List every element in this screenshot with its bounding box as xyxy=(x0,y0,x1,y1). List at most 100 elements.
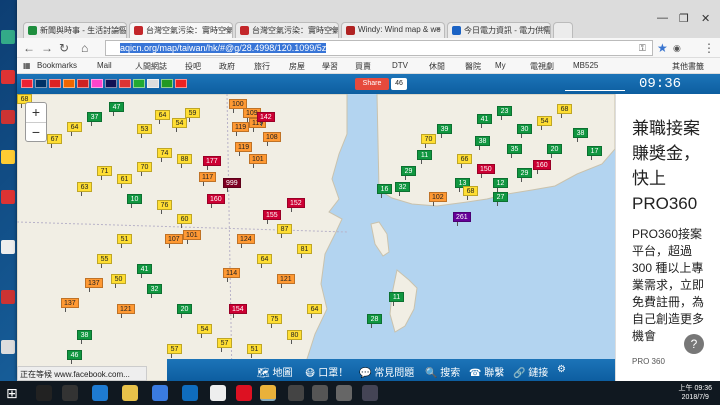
city-search-input[interactable] xyxy=(565,77,625,91)
aqi-marker[interactable]: 11 xyxy=(417,150,432,164)
aqi-marker[interactable]: 68 xyxy=(557,104,572,118)
bookmark-item[interactable]: 旅行 xyxy=(254,61,270,72)
aqi-marker[interactable]: 71 xyxy=(97,166,112,180)
aqi-marker[interactable]: 101 xyxy=(249,154,267,168)
reload-icon[interactable]: ↻ xyxy=(59,41,69,55)
aqi-marker[interactable]: 38 xyxy=(573,128,588,142)
aqi-marker[interactable]: 150 xyxy=(477,164,495,178)
aqi-map[interactable]: 100 109 119 142 119 108 59 54 64 53 47 37 64 67 177 999… xyxy=(17,94,615,381)
bookmark-item[interactable]: My xyxy=(495,61,506,70)
new-tab-button[interactable] xyxy=(553,22,573,39)
aqi-marker[interactable]: 20 xyxy=(547,144,562,158)
aqi-marker[interactable]: 121 xyxy=(277,274,295,288)
aqi-marker[interactable]: 47 xyxy=(109,102,124,116)
language-flag-icon[interactable] xyxy=(119,79,131,88)
aqi-marker[interactable]: 999 xyxy=(223,178,241,192)
aqi-marker[interactable]: 70 xyxy=(137,162,152,176)
aqi-marker[interactable]: 155 xyxy=(263,210,281,224)
aqi-marker[interactable]: 117 xyxy=(199,172,217,186)
maximize-icon[interactable]: ❐ xyxy=(679,12,689,25)
aqi-marker[interactable]: 46 xyxy=(67,350,82,364)
desktop-icon[interactable] xyxy=(0,340,16,368)
minimize-icon[interactable]: — xyxy=(657,12,668,24)
desktop-icon[interactable] xyxy=(0,110,16,138)
share-button[interactable]: Share xyxy=(355,78,389,90)
bookmark-item[interactable]: Mail xyxy=(97,61,112,70)
close-icon[interactable]: × xyxy=(118,24,123,34)
bookmark-item[interactable]: 投吧 xyxy=(185,61,201,72)
language-flag-icon[interactable] xyxy=(105,79,117,88)
desktop-icon[interactable] xyxy=(0,290,16,318)
aqi-marker[interactable]: 80 xyxy=(287,330,302,344)
language-flag-icon[interactable] xyxy=(35,79,47,88)
language-flag-icon[interactable] xyxy=(77,79,89,88)
aqi-marker[interactable]: 119 xyxy=(235,142,253,156)
bookmark-item[interactable]: 房屋 xyxy=(289,61,305,72)
aqi-marker[interactable]: 261 xyxy=(453,212,471,226)
aqi-marker[interactable]: 66 xyxy=(457,154,472,168)
bookmark-item[interactable]: DTV xyxy=(392,61,408,70)
menu-icon[interactable]: ⋮ xyxy=(703,41,715,55)
language-flag-icon[interactable] xyxy=(133,79,145,88)
aqi-marker[interactable]: 137 xyxy=(61,298,79,312)
aqi-marker[interactable]: 55 xyxy=(97,254,112,268)
apps-icon[interactable]: ▦ xyxy=(23,61,31,70)
aqi-marker[interactable]: 54 xyxy=(197,324,212,338)
help-icon[interactable]: ? xyxy=(684,334,704,354)
tab-3[interactable]: Windy: Wind map & we × xyxy=(341,22,445,39)
aqi-marker[interactable]: 51 xyxy=(117,234,132,248)
aqi-marker[interactable]: 61 xyxy=(117,174,132,188)
aqi-marker[interactable]: 160 xyxy=(207,194,225,208)
desktop-icon[interactable] xyxy=(0,70,16,98)
app-icon[interactable] xyxy=(288,385,304,401)
taskbar-clock[interactable]: 上午 09:36 2018/7/9 xyxy=(679,384,712,402)
tab-4[interactable]: 今日電力資訊 - 電力供需 × xyxy=(447,22,551,39)
back-icon[interactable]: ← xyxy=(23,41,35,55)
aqi-marker[interactable]: 17 xyxy=(587,146,602,160)
aqi-marker[interactable]: 102 xyxy=(429,192,447,206)
bookmark-item[interactable]: 電視劇 xyxy=(530,61,554,72)
aqi-marker[interactable]: 142 xyxy=(257,112,275,126)
aqi-marker[interactable]: 41 xyxy=(137,264,152,278)
aqi-marker[interactable]: 60 xyxy=(177,214,192,228)
language-flag-icon[interactable] xyxy=(49,79,61,88)
bookmark-item[interactable]: 醫院 xyxy=(465,61,481,72)
store-icon[interactable] xyxy=(152,385,168,401)
aqi-marker[interactable]: 67 xyxy=(47,134,62,148)
zoom-in-button[interactable]: + xyxy=(26,103,46,122)
aqi-marker[interactable]: 20 xyxy=(177,304,192,318)
faq-button[interactable]: 💬 常見問題 xyxy=(359,364,414,379)
aqi-marker[interactable]: 160 xyxy=(533,160,551,174)
bookmark-item[interactable]: 政府 xyxy=(219,61,235,72)
home-icon[interactable]: ⌂ xyxy=(81,41,88,55)
aqi-marker[interactable]: 108 xyxy=(263,132,281,146)
aqi-marker[interactable]: 121 xyxy=(117,304,135,318)
bookmark-item[interactable]: 休閒 xyxy=(429,61,445,72)
aqi-marker[interactable]: 37 xyxy=(87,112,102,126)
aqi-marker[interactable]: 29 xyxy=(401,166,416,180)
close-icon[interactable]: × xyxy=(224,24,229,34)
extension-icon[interactable]: ◉ xyxy=(673,43,681,54)
start-icon[interactable]: ⊞ xyxy=(6,385,22,401)
aqi-marker[interactable]: 88 xyxy=(177,154,192,168)
map-button[interactable]: 🗺 地圖 xyxy=(257,364,292,379)
app-icon[interactable] xyxy=(236,385,252,401)
bookmark-item[interactable]: 買賣 xyxy=(355,61,371,72)
aqi-marker[interactable]: 32 xyxy=(395,182,410,196)
forward-icon[interactable]: → xyxy=(41,41,53,55)
aqi-marker[interactable]: 119 xyxy=(232,122,250,136)
tab-2[interactable]: 台灣空氣污染：實時空氣 × xyxy=(235,22,339,39)
aqi-marker[interactable]: 51 xyxy=(247,344,262,358)
app-icon[interactable] xyxy=(210,385,226,401)
search-icon[interactable] xyxy=(36,385,52,401)
bookmark-item[interactable]: MB525 xyxy=(573,61,598,70)
language-flag-icon[interactable] xyxy=(21,79,33,88)
language-flag-icon[interactable] xyxy=(161,79,173,88)
aqi-marker[interactable]: 64 xyxy=(155,110,170,124)
aqi-marker[interactable]: 28 xyxy=(367,314,382,328)
aqi-marker[interactable]: 41 xyxy=(477,114,492,128)
aqi-marker[interactable]: 81 xyxy=(297,244,312,258)
desktop-icon[interactable] xyxy=(0,240,16,268)
aqi-marker[interactable]: 177 xyxy=(203,156,221,170)
app-icon[interactable] xyxy=(362,385,378,401)
